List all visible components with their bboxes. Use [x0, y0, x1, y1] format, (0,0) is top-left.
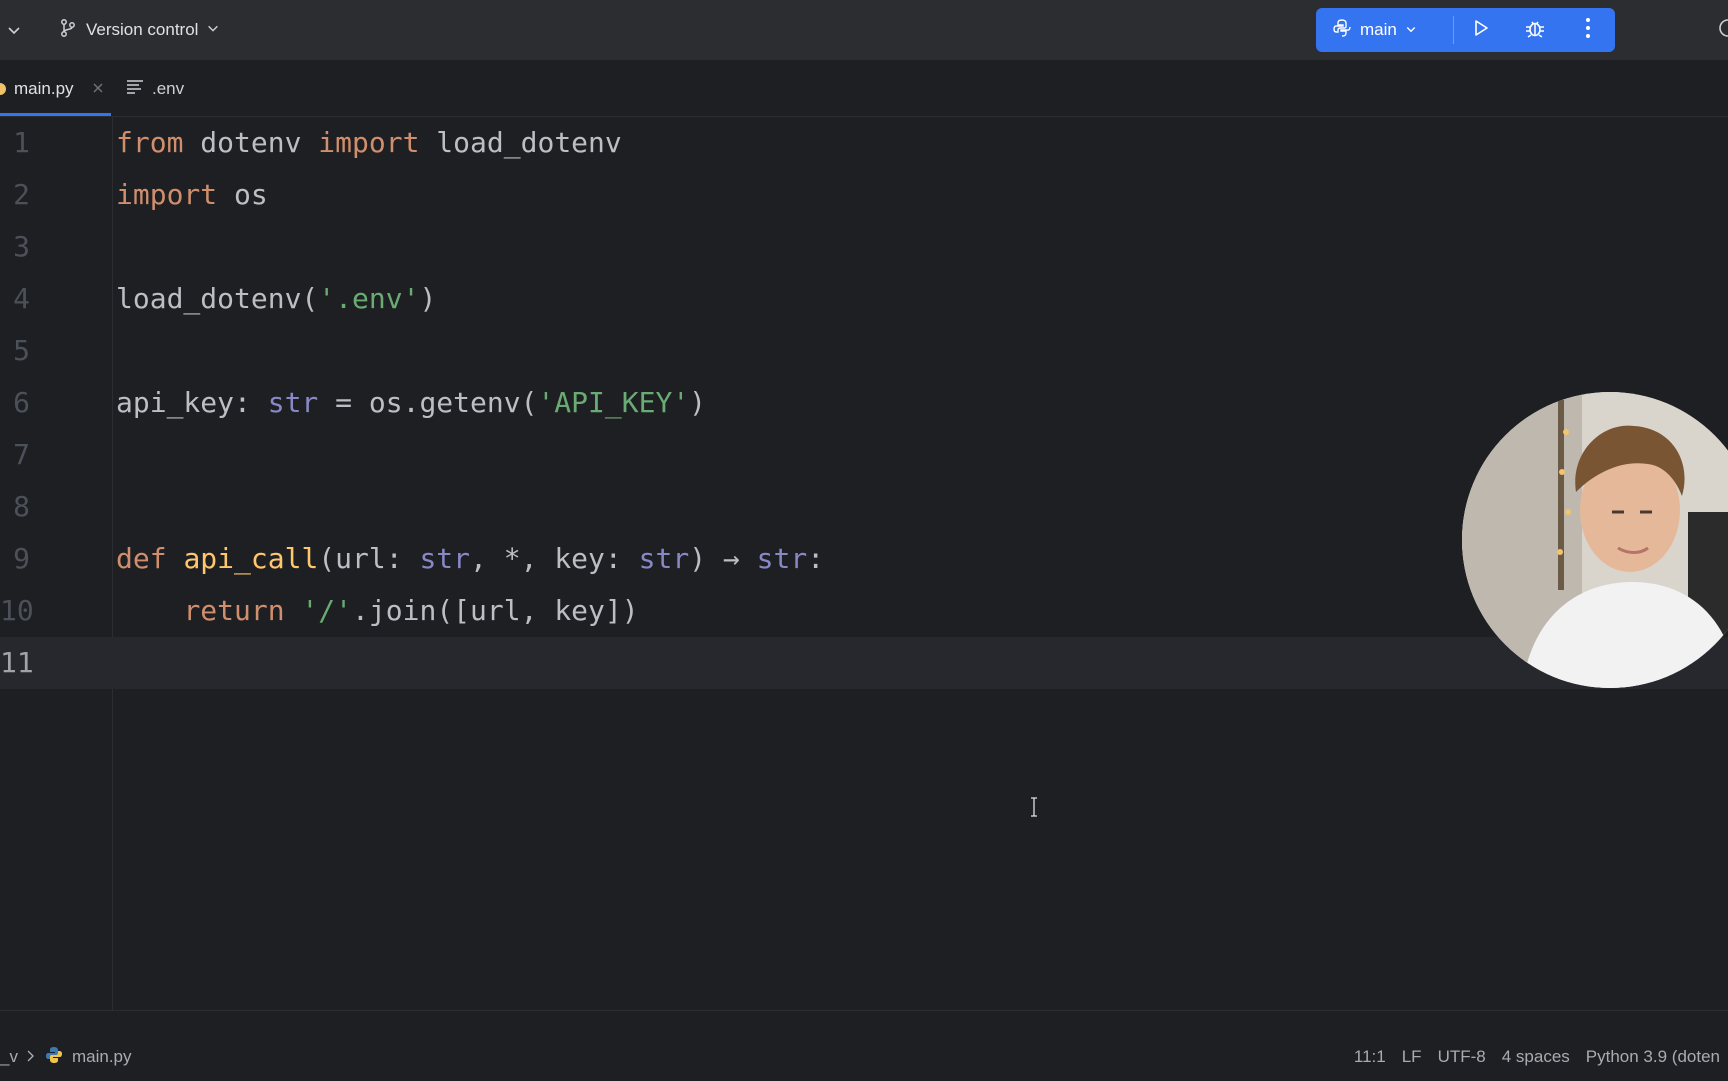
run-configuration-label: main	[1360, 20, 1397, 39]
run-icon	[1471, 18, 1491, 43]
code-token: os	[217, 178, 268, 211]
line-number: 3	[13, 230, 30, 263]
chevron-down-icon	[1405, 20, 1417, 40]
function-name: api_call	[183, 542, 319, 575]
status-widgets: 11:1 LF UTF-8 4 spaces Python 3.9 (doten	[1346, 1045, 1728, 1069]
version-control-label: Version control	[86, 20, 199, 39]
code-token: .join([url, key])	[352, 594, 639, 627]
run-configuration-selector[interactable]: main	[1316, 18, 1441, 43]
branch-icon	[58, 18, 78, 43]
builtin-type: str	[419, 542, 471, 575]
breadcrumb: _v main.py	[0, 1045, 132, 1069]
line-number: 2	[13, 178, 30, 211]
code-token: )	[689, 386, 707, 419]
line-number: 8	[13, 490, 30, 523]
line-number: 1	[13, 126, 30, 159]
code-text: return '/'.join([url, key])	[116, 585, 639, 637]
run-widget: main	[1316, 8, 1615, 52]
chevron-down-icon[interactable]	[6, 22, 22, 43]
chevron-down-icon	[206, 20, 220, 40]
python-icon	[1332, 18, 1352, 43]
code-token: :	[807, 542, 825, 575]
tab-label: main.py	[14, 78, 74, 98]
debug-icon	[1524, 17, 1546, 44]
code-text: load_dotenv('.env')	[116, 273, 436, 325]
tab-env[interactable]: .env	[126, 61, 184, 116]
line-number: 7	[13, 438, 30, 471]
keyword: def	[116, 542, 167, 575]
code-line: 7	[0, 429, 1728, 481]
code-line: 10 return '/'.join([url, key])	[0, 585, 1728, 637]
text-cursor-icon	[1030, 797, 1038, 817]
line-number: 10	[0, 594, 34, 627]
code-text: import os	[116, 169, 268, 221]
code-line: 3	[0, 221, 1728, 273]
search-icon[interactable]	[1716, 18, 1728, 47]
code-token: = os.getenv(	[318, 386, 538, 419]
code-token: dotenv	[183, 126, 319, 159]
main-toolbar: Version control main	[0, 0, 1728, 61]
debug-button[interactable]	[1508, 8, 1562, 52]
indent-setting[interactable]: 4 spaces	[1494, 1047, 1578, 1067]
string-literal: '.env'	[318, 282, 420, 315]
keyword: import	[116, 178, 218, 211]
line-number: 4	[13, 282, 30, 315]
breadcrumb-file[interactable]: main.py	[72, 1047, 132, 1067]
more-actions-button[interactable]	[1561, 8, 1615, 52]
code-line: 6 api_key: str = os.getenv('API_KEY')	[0, 377, 1728, 429]
line-number: 11	[0, 646, 34, 679]
arrow-operator: →	[722, 542, 740, 575]
close-icon[interactable]	[92, 79, 104, 99]
python-interpreter[interactable]: Python 3.9 (doten	[1578, 1047, 1728, 1067]
code-text: from dotenv import load_dotenv	[116, 117, 622, 169]
code-line: 4 load_dotenv('.env')	[0, 273, 1728, 325]
text-file-icon	[126, 78, 144, 99]
builtin-type: str	[756, 542, 808, 575]
code-line: 2 import os	[0, 169, 1728, 221]
tab-label: .env	[152, 78, 185, 98]
code-text: api_key: str = os.getenv('API_KEY')	[116, 377, 706, 429]
current-code-line[interactable]: 11	[0, 637, 1728, 689]
line-number: 6	[13, 386, 30, 419]
code-token: load_dotenv	[419, 126, 622, 159]
tab-main-py[interactable]: main.py	[0, 61, 111, 116]
code-token: )	[419, 282, 437, 315]
editor-tab-bar: main.py .env	[0, 61, 1728, 117]
status-bar: _v main.py 11:1 LF UTF-8 4 spaces Python…	[0, 1010, 1728, 1081]
code-token: api_key:	[116, 386, 268, 419]
run-button[interactable]	[1454, 8, 1508, 52]
line-separator[interactable]: LF	[1394, 1047, 1430, 1067]
more-vertical-icon	[1585, 17, 1591, 44]
line-number: 5	[13, 334, 30, 367]
code-text: def api_call(url: str, *, key: str) → st…	[116, 533, 824, 585]
builtin-type: str	[267, 386, 319, 419]
code-token: )	[689, 542, 723, 575]
keyword: return	[183, 594, 285, 627]
string-literal: 'API_KEY'	[537, 386, 690, 419]
code-token: , *, key:	[470, 542, 639, 575]
file-encoding[interactable]: UTF-8	[1430, 1047, 1494, 1067]
chevron-right-icon	[26, 1047, 36, 1067]
code-token: load_dotenv(	[116, 282, 319, 315]
builtin-type: str	[638, 542, 690, 575]
code-token: (url:	[318, 542, 420, 575]
keyword: from	[116, 126, 184, 159]
breadcrumb-root[interactable]: _v	[0, 1047, 18, 1067]
code-line: 1 from dotenv import load_dotenv	[0, 117, 1728, 169]
caret-position[interactable]: 11:1	[1346, 1047, 1394, 1067]
version-control-menu[interactable]: Version control	[58, 18, 220, 42]
code-line: 5	[0, 325, 1728, 377]
python-file-icon	[0, 82, 6, 95]
string-literal: '/'	[301, 594, 353, 627]
line-number: 9	[13, 542, 30, 575]
keyword: import	[318, 126, 420, 159]
python-file-icon	[44, 1045, 64, 1070]
